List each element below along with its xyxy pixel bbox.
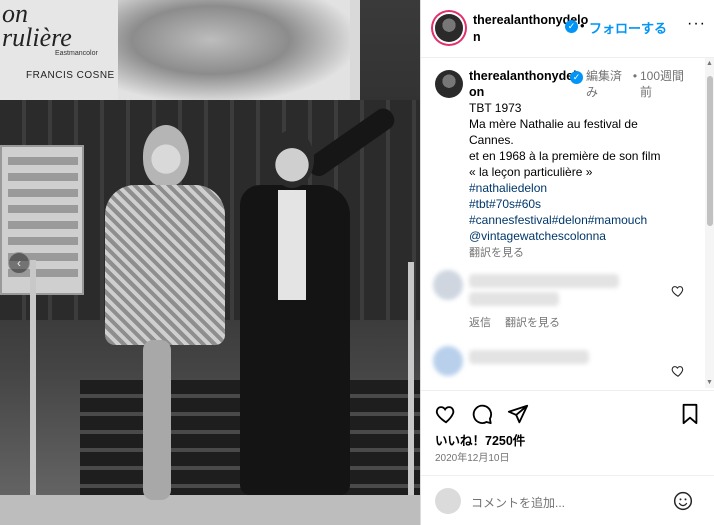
comments-scrollbar[interactable]: ▲ ▼ bbox=[705, 58, 714, 388]
likes-count[interactable]: いいね！7250件 bbox=[435, 430, 525, 449]
instagram-post-window: on rulière Eastmancolor FRANCIS COSNE ‹ … bbox=[0, 0, 714, 525]
translate-link[interactable]: 翻訳を見る bbox=[469, 245, 699, 261]
scroll-up-icon[interactable]: ▲ bbox=[706, 60, 713, 67]
film-poster: on rulière Eastmancolor FRANCIS COSNE bbox=[0, 0, 360, 100]
comment-input[interactable]: コメントを追加... bbox=[471, 494, 565, 511]
comment-avatar[interactable] bbox=[433, 270, 463, 300]
add-comment-bar: コメントを追加... bbox=[421, 475, 714, 525]
caption-line: Ma mère Nathalie au festival de bbox=[469, 117, 638, 131]
translate-link[interactable]: 翻訳を見る bbox=[505, 317, 560, 329]
scroll-down-icon[interactable]: ▼ bbox=[706, 379, 713, 386]
caption-avatar[interactable] bbox=[435, 70, 463, 98]
header-avatar[interactable] bbox=[435, 14, 463, 42]
caption-line: et en 1968 à la première de son film bbox=[469, 149, 661, 163]
comment-text-blurred bbox=[469, 274, 619, 288]
mention-link[interactable]: @vintagewatchescolonna bbox=[469, 228, 699, 244]
scrollbar-thumb[interactable] bbox=[707, 76, 713, 226]
poster-image bbox=[118, 0, 350, 100]
verified-badge-icon: ✓ bbox=[570, 71, 583, 84]
comment-text-blurred bbox=[469, 350, 589, 364]
reply-button[interactable]: 返信 bbox=[469, 317, 491, 329]
separator-dot: • bbox=[580, 18, 585, 33]
comment-text-blurred bbox=[469, 292, 559, 306]
user-avatar bbox=[435, 488, 461, 514]
separator-dot: • bbox=[632, 69, 638, 83]
caption-line: TBT 1973 bbox=[469, 101, 522, 115]
poster-title: on rulière bbox=[2, 0, 72, 52]
post-action-bar bbox=[421, 390, 714, 435]
hashtag-link[interactable]: #nathaliedelon bbox=[469, 180, 699, 196]
woman-figure bbox=[95, 125, 235, 505]
carousel-prev-icon[interactable]: ‹ bbox=[8, 252, 30, 274]
more-options-icon[interactable]: ··· bbox=[687, 15, 706, 33]
comment-item bbox=[421, 346, 701, 388]
comment-avatar[interactable] bbox=[433, 346, 463, 376]
poster-producer: FRANCIS COSNE bbox=[26, 70, 115, 81]
heart-icon[interactable] bbox=[435, 403, 457, 425]
comment-item: 返信 翻訳を見る bbox=[421, 270, 701, 340]
share-icon[interactable] bbox=[507, 403, 529, 425]
follow-button[interactable]: フォローする bbox=[589, 18, 667, 37]
bookmark-icon[interactable] bbox=[679, 403, 701, 425]
handrail-right bbox=[408, 262, 414, 502]
caption-time[interactable]: 100週間前 bbox=[640, 68, 694, 100]
verified-badge-icon: ✓ bbox=[565, 20, 578, 33]
caption-username[interactable]: therealanthonydelon bbox=[469, 68, 579, 100]
post-photo[interactable]: on rulière Eastmancolor FRANCIS COSNE ‹ bbox=[0, 0, 420, 525]
comment-like-icon[interactable] bbox=[671, 284, 685, 298]
comment-like-icon[interactable] bbox=[671, 364, 685, 378]
emoji-icon[interactable] bbox=[673, 491, 693, 511]
comment-icon[interactable] bbox=[471, 403, 493, 425]
comments-list[interactable]: therealanthonydelon ✓ 編集済み • 100週間前 TBT 19… bbox=[421, 58, 714, 388]
post-date[interactable]: 2020年12月10日 bbox=[435, 449, 510, 464]
post-side-panel: therealanthonydelon ✓ • フォローする ··· there… bbox=[420, 0, 714, 525]
poster-subtitle: Eastmancolor bbox=[55, 50, 98, 57]
edited-label: 編集済み bbox=[586, 69, 623, 99]
post-header: therealanthonydelon ✓ • フォローする ··· bbox=[421, 0, 714, 58]
caption-text: TBT 1973 Ma mère Nathalie au festival de… bbox=[469, 100, 699, 261]
handrail-left bbox=[30, 260, 36, 500]
hashtag-link[interactable]: #tbt#70s#60s bbox=[469, 196, 699, 212]
hashtag-link[interactable]: #cannesfestival#delon#mamouch bbox=[469, 212, 699, 228]
comment-actions: 返信 翻訳を見る bbox=[469, 314, 574, 330]
caption-line: Cannes. bbox=[469, 133, 514, 147]
caption-line: « la leçon particulière » bbox=[469, 165, 593, 179]
man-figure bbox=[240, 104, 399, 500]
caption-meta: 編集済み • 100週間前 bbox=[586, 68, 694, 100]
